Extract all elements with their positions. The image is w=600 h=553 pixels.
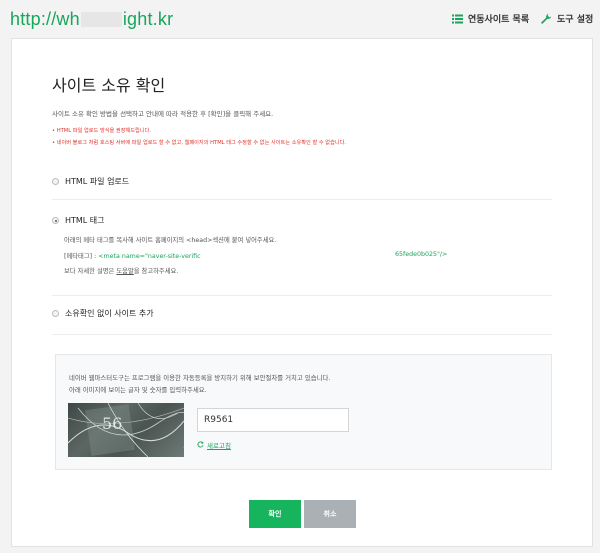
top-bar: http://wh ight.kr 연동사이트 목록 도구 설정 bbox=[0, 0, 600, 38]
divider bbox=[52, 295, 552, 296]
confirm-button[interactable]: 확인 bbox=[249, 500, 301, 528]
captcha-notice: 네이버 웹마스터도구는 프로그램을 이용한 자동등록을 방지하기 위해 보안절차… bbox=[69, 374, 331, 382]
captcha-instruction: 아래 이미지에 보이는 글자 및 숫자를 입력하주세요. bbox=[69, 386, 207, 394]
meta-tag-label: [메타태그] : bbox=[64, 253, 99, 260]
help-link[interactable]: 도움말 bbox=[116, 268, 133, 275]
option-html-tag[interactable]: HTML 태그 bbox=[52, 215, 105, 226]
main-card: 사이트 소유 확인 사이트 소유 확인 방법을 선택하고 안내에 따라 적용한 … bbox=[11, 38, 593, 547]
captcha-image-text: 56 bbox=[102, 414, 122, 433]
refresh-icon bbox=[197, 440, 204, 450]
captcha-refresh[interactable]: 새로고침 bbox=[197, 440, 231, 450]
divider bbox=[52, 199, 552, 200]
wrench-icon bbox=[540, 13, 552, 25]
option-no-verify[interactable]: 소유확인 없이 사이트 추가 bbox=[52, 308, 154, 319]
help-line: 보다 자세한 설명은 도움말을 참고하주세요. bbox=[64, 266, 178, 275]
list-icon bbox=[452, 14, 463, 24]
captcha-input[interactable] bbox=[197, 408, 349, 432]
meta-tag-code-tail[interactable]: 65fede0b025"/> bbox=[395, 251, 447, 258]
refresh-label: 새로고침 bbox=[207, 442, 231, 450]
tool-settings-link[interactable]: 도구 설정 bbox=[540, 12, 593, 25]
divider bbox=[52, 334, 552, 335]
radio-html-tag[interactable] bbox=[52, 217, 59, 224]
linked-sites-label: 연동사이트 목록 bbox=[468, 15, 530, 25]
site-url[interactable]: http://wh ight.kr bbox=[10, 9, 173, 30]
help-suffix: 을 참고하주세요. bbox=[133, 268, 179, 275]
option-html-tag-label: HTML 태그 bbox=[65, 216, 105, 225]
site-url-prefix: http://wh bbox=[10, 9, 80, 29]
meta-tag-line[interactable]: [메타태그] : <meta name="naver-site-verific bbox=[64, 251, 201, 260]
captcha-image: 56 bbox=[68, 403, 184, 457]
linked-sites-link[interactable]: 연동사이트 목록 bbox=[452, 12, 529, 25]
note-limitation: • 네이버 블로그 처럼 호스팅 서버에 파일 업로드 할 수 없고, 웹페이지… bbox=[52, 140, 347, 146]
radio-html-file[interactable] bbox=[52, 178, 59, 185]
help-prefix: 보다 자세한 설명은 bbox=[64, 268, 117, 275]
meta-tag-code[interactable]: <meta name="naver-site-verific bbox=[98, 253, 200, 260]
radio-no-verify[interactable] bbox=[52, 310, 59, 317]
note-recommend: • HTML 파일 업로드 방식을 권장해드립니다. bbox=[52, 128, 151, 134]
option-html-file[interactable]: HTML 파일 업로드 bbox=[52, 176, 129, 187]
captcha-box: 네이버 웹마스터도구는 프로그램을 이용한 자동등록을 방지하기 위해 보안절차… bbox=[55, 354, 552, 470]
option-no-verify-label: 소유확인 없이 사이트 추가 bbox=[65, 309, 154, 318]
meta-instruction: 아래의 메타 태그를 복사해 사이트 홈페이지의 <head>섹션에 붙여 넣어… bbox=[64, 237, 277, 244]
option-html-file-label: HTML 파일 업로드 bbox=[65, 177, 130, 186]
url-mask bbox=[80, 12, 122, 27]
cancel-button[interactable]: 취소 bbox=[304, 500, 356, 528]
page-title: 사이트 소유 확인 bbox=[52, 76, 166, 95]
site-url-suffix: ight.kr bbox=[122, 9, 174, 29]
page-description: 사이트 소유 확인 방법을 선택하고 안내에 따라 적용한 후 [확인]을 클릭… bbox=[52, 110, 274, 118]
tool-settings-label: 도구 설정 bbox=[557, 15, 594, 25]
